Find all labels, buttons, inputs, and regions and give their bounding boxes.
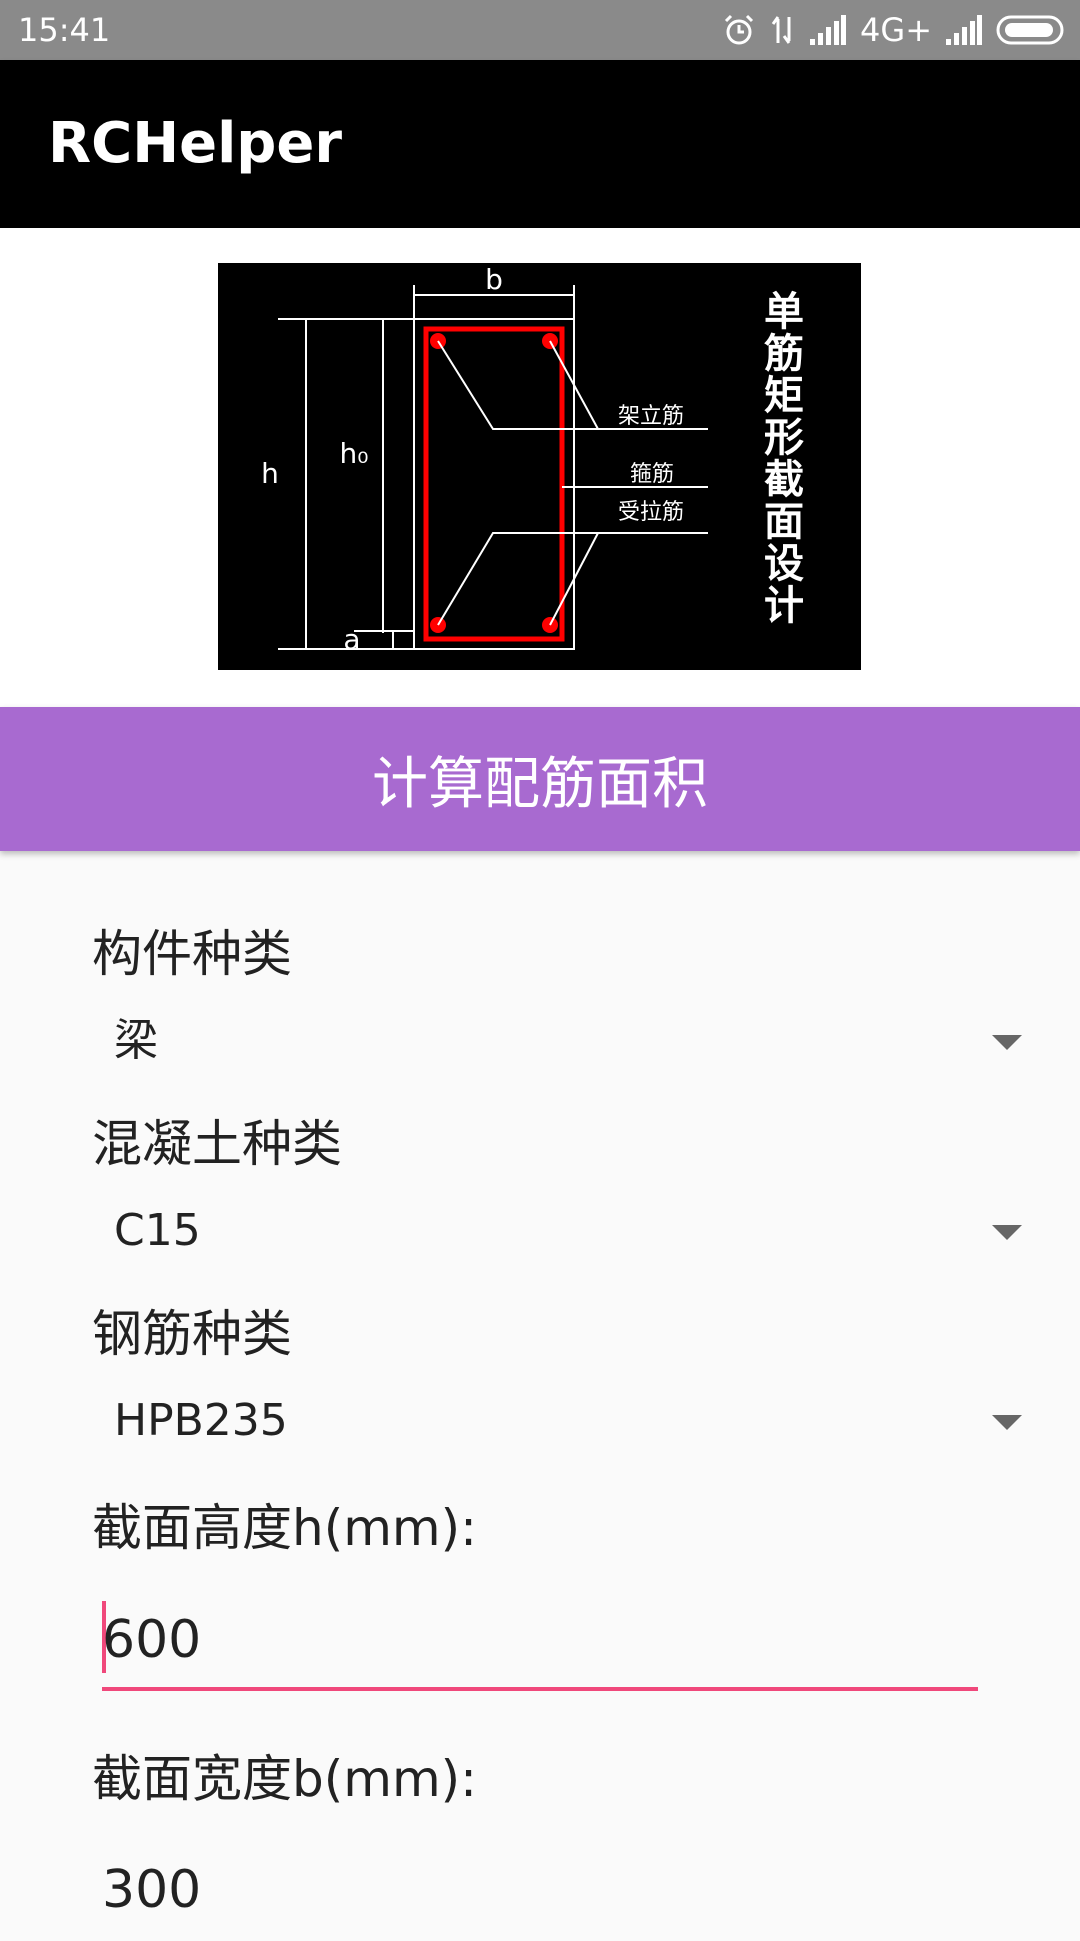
chevron-down-icon	[992, 1035, 1022, 1050]
alarm-icon	[724, 14, 754, 45]
member-type-spinner[interactable]: 梁	[92, 1001, 1032, 1081]
section-width-input[interactable]: 300	[102, 1841, 978, 1941]
vertical-title-char: 筋	[764, 330, 804, 377]
status-bar: 15:41 4G+	[0, 0, 1080, 60]
data-transfer-icon	[771, 16, 791, 44]
app-bar: RCHelper	[0, 60, 1080, 228]
input-underline	[102, 1687, 978, 1691]
section-height-input[interactable]: 600	[102, 1591, 978, 1691]
section-height-label: 截面高度h(mm):	[92, 1499, 477, 1557]
stirrup-label: 箍筋	[630, 462, 674, 487]
concrete-type-label: 混凝土种类	[92, 1115, 342, 1173]
section-width-label: 截面宽度b(mm):	[92, 1750, 478, 1808]
steel-type-spinner[interactable]: HPB235	[92, 1381, 1032, 1461]
vertical-title-char: 截	[764, 456, 804, 503]
status-icons: 4G+	[722, 10, 1066, 50]
steel-type-value: HPB235	[114, 1395, 288, 1446]
vertical-title-char: 形	[764, 414, 804, 461]
dim-h-label: h	[261, 457, 279, 490]
erection-bar-label: 架立筋	[618, 404, 684, 429]
signal-icon	[810, 15, 847, 45]
vertical-title-char: 矩	[764, 372, 804, 419]
vertical-title-char: 设	[764, 540, 804, 587]
signal-icon	[946, 15, 982, 45]
dim-a-label: a	[343, 623, 360, 656]
dim-b-label: b	[485, 263, 503, 296]
rebar-dots	[430, 333, 558, 633]
chevron-down-icon	[992, 1225, 1022, 1240]
vertical-title-char: 计	[764, 582, 804, 629]
chevron-down-icon	[992, 1415, 1022, 1430]
tension-bar-label: 受拉筋	[618, 500, 684, 525]
concrete-type-spinner[interactable]: C15	[92, 1191, 1032, 1271]
section-height-value: 600	[102, 1610, 202, 1670]
status-time: 15:41	[18, 11, 111, 49]
steel-type-label: 钢筋种类	[92, 1305, 292, 1363]
stirrup-shape	[423, 326, 565, 642]
member-type-label: 构件种类	[92, 925, 292, 983]
beam-section-diagram: b h h₀ a 架立筋 箍筋 受拉筋 单 筋 矩 形 截 面 设 计	[218, 263, 861, 670]
vertical-title: 单 筋 矩 形 截 面 设 计	[764, 288, 804, 629]
vertical-title-char: 单	[764, 288, 804, 335]
header-area: b h h₀ a 架立筋 箍筋 受拉筋 单 筋 矩 形 截 面 设 计	[0, 228, 1080, 708]
concrete-type-value: C15	[114, 1205, 201, 1256]
section-width-value: 300	[102, 1860, 202, 1920]
battery-icon	[996, 15, 1064, 45]
network-type-label: 4G+	[860, 11, 932, 49]
vertical-title-char: 面	[764, 498, 804, 545]
member-type-value: 梁	[114, 1015, 158, 1066]
concrete-outline	[413, 318, 575, 650]
app-title: RCHelper	[48, 111, 342, 176]
dim-h0-label: h₀	[340, 437, 369, 470]
calculate-reinforcement-button[interactable]: 计算配筋面积	[0, 707, 1080, 851]
